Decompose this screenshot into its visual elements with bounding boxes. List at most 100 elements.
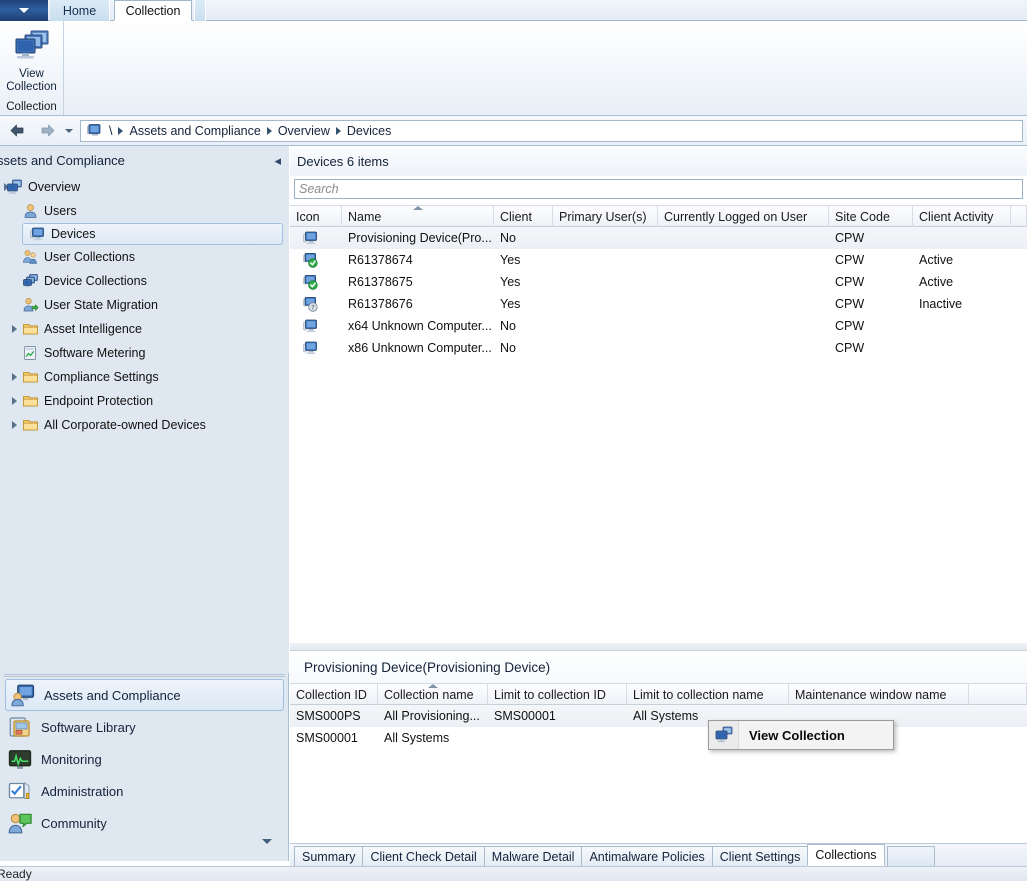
collection-row[interactable]: SMS000PSAll Provisioning...SMS00001All S…: [290, 705, 1027, 727]
collection-row[interactable]: SMS00001All Systems: [290, 727, 1027, 749]
address-bar: \ Assets and Compliance Overview Devices: [0, 116, 1027, 146]
column-header-icon[interactable]: Icon: [290, 206, 342, 227]
cell-client: Yes: [494, 271, 553, 293]
ribbon-tab-home[interactable]: Home: [50, 0, 110, 21]
ribbon-tab-overflow[interactable]: [194, 0, 206, 21]
cell-primary-user: [553, 271, 658, 293]
context-menu: View Collection: [708, 720, 894, 750]
sidebar-item-device-collections[interactable]: Device Collections: [0, 269, 289, 293]
cell-blank: [1011, 337, 1027, 359]
column-header-name[interactable]: Name: [342, 206, 494, 227]
tab-summary[interactable]: Summary: [294, 846, 363, 866]
column-header-client-activity[interactable]: Client Activity: [913, 206, 1011, 227]
tab-malware-detail[interactable]: Malware Detail: [484, 846, 583, 866]
view-collection-button[interactable]: View Collection: [0, 23, 63, 93]
workspace-software-library[interactable]: Software Library: [0, 711, 289, 743]
device-row[interactable]: R61378674YesCPWActive: [290, 249, 1027, 271]
cell-client: Yes: [494, 293, 553, 315]
breadcrumb-devices[interactable]: Devices: [343, 124, 395, 138]
sidebar-item-asset-intelligence[interactable]: Asset Intelligence: [0, 317, 289, 341]
navigation-pane: ssets and Compliance ◂ OverviewUsersDevi…: [0, 146, 289, 861]
workspace-monitoring[interactable]: Monitoring: [0, 743, 289, 775]
tab-client-settings[interactable]: Client Settings: [712, 846, 809, 866]
tab-client-check-detail[interactable]: Client Check Detail: [362, 846, 484, 866]
dropdown-caret-icon: [19, 8, 29, 13]
column-header-primary-user-s-[interactable]: Primary User(s): [553, 206, 658, 227]
cell-blank: [1011, 271, 1027, 293]
search-input[interactable]: Search: [294, 179, 1023, 199]
column-header-client[interactable]: Client: [494, 206, 553, 227]
column-header-label: Primary User(s): [559, 210, 647, 224]
device-row[interactable]: x86 Unknown Computer...NoCPW: [290, 337, 1027, 359]
device-row[interactable]: Provisioning Device(Pro...NoCPW: [290, 227, 1027, 249]
sidebar-item-all-corporate-owned-devices[interactable]: All Corporate-owned Devices: [0, 413, 289, 437]
column-header-blank[interactable]: [1011, 206, 1027, 227]
ribbon-group-label: Collection: [0, 101, 63, 113]
cell-client: No: [494, 227, 553, 249]
device-row[interactable]: R61378675YesCPWActive: [290, 271, 1027, 293]
sidebar-item-endpoint-protection[interactable]: Endpoint Protection: [0, 389, 289, 413]
devices-list-pane: Devices 6 items Search IconNameClient Pri…: [290, 146, 1027, 643]
collapse-left-icon[interactable]: ◂: [274, 153, 281, 169]
forward-button[interactable]: [34, 120, 60, 142]
history-dropdown-button[interactable]: [60, 120, 78, 142]
sidebar-item-user-state-migration[interactable]: User State Migration: [0, 293, 289, 317]
assets-compliance-icon: [11, 683, 35, 707]
workspace-administration[interactable]: Administration: [0, 775, 289, 807]
column-header-limit-to-collection-id[interactable]: Limit to collection ID: [488, 684, 627, 705]
workspace-community[interactable]: Community: [0, 807, 289, 839]
cell-logged-on: [658, 337, 829, 359]
expander-icon[interactable]: [8, 371, 20, 383]
cell-logged-on: [658, 227, 829, 249]
context-menu-item-view-collection[interactable]: View Collection: [749, 721, 845, 749]
column-header-collection-id[interactable]: Collection ID: [290, 684, 378, 705]
cell-blank: [1011, 315, 1027, 337]
sidebar-item-compliance-settings[interactable]: Compliance Settings: [0, 365, 289, 389]
device-row[interactable]: ?R61378676YesCPWInactive: [290, 293, 1027, 315]
search-placeholder: Search: [299, 182, 339, 196]
sidebar-item-user-collections[interactable]: User Collections: [0, 245, 289, 269]
cell-logged-on: [658, 271, 829, 293]
ribbon-tab-collection[interactable]: Collection: [114, 0, 192, 21]
column-header-currently-logged-on-user[interactable]: Currently Logged on User: [658, 206, 829, 227]
expander-placeholder: [8, 299, 20, 311]
sidebar-item-label: Devices: [51, 227, 95, 241]
cell-name: x64 Unknown Computer...: [342, 315, 494, 337]
expander-icon[interactable]: [8, 323, 20, 335]
sidebar-item-overview[interactable]: Overview: [0, 175, 289, 199]
cell-name: R61378674: [342, 249, 494, 271]
cell-name: R61378676: [342, 293, 494, 315]
cell-site-code: CPW: [829, 315, 913, 337]
expander-icon[interactable]: [8, 419, 20, 431]
back-button[interactable]: [4, 120, 30, 142]
sidebar-item-users[interactable]: Users: [0, 199, 289, 223]
breadcrumb-separator-icon: [118, 127, 123, 135]
breadcrumb[interactable]: \ Assets and Compliance Overview Devices: [80, 120, 1023, 142]
breadcrumb-root[interactable]: \: [105, 124, 116, 138]
column-header-site-code[interactable]: Site Code: [829, 206, 913, 227]
horizontal-splitter[interactable]: [290, 643, 1027, 650]
column-header-blank[interactable]: [969, 684, 1027, 705]
workspace-assets-and-compliance[interactable]: Assets and Compliance: [5, 679, 284, 711]
cell-collection-id: SMS00001: [290, 727, 378, 749]
column-header-limit-to-collection-name[interactable]: Limit to collection name: [627, 684, 789, 705]
column-header-collection-name[interactable]: Collection name: [378, 684, 488, 705]
breadcrumb-overview[interactable]: Overview: [274, 124, 334, 138]
tab-antimalware-policies[interactable]: Antimalware Policies: [581, 846, 712, 866]
sidebar-item-devices[interactable]: Devices: [22, 223, 283, 245]
page-title: Devices 6 items: [290, 146, 1027, 176]
tab-collections[interactable]: Collections: [807, 844, 884, 866]
show-more-icon[interactable]: [260, 835, 274, 847]
status-bar: Ready: [0, 866, 1027, 881]
device-row[interactable]: x64 Unknown Computer...No CPW: [290, 315, 1027, 337]
quick-access-toolbar-button[interactable]: [0, 0, 48, 21]
sidebar-item-label: Compliance Settings: [44, 370, 159, 384]
breadcrumb-assets-and-compliance[interactable]: Assets and Compliance: [125, 124, 264, 138]
expander-icon[interactable]: [8, 395, 20, 407]
column-header-maintenance-window-name[interactable]: Maintenance window name: [789, 684, 969, 705]
folder-icon: [22, 321, 39, 337]
cell-client: No: [494, 315, 553, 337]
navigation-pane-splitter[interactable]: [4, 673, 285, 677]
sidebar-item-software-metering[interactable]: Software Metering: [0, 341, 289, 365]
device-unknown-icon: [290, 227, 342, 249]
